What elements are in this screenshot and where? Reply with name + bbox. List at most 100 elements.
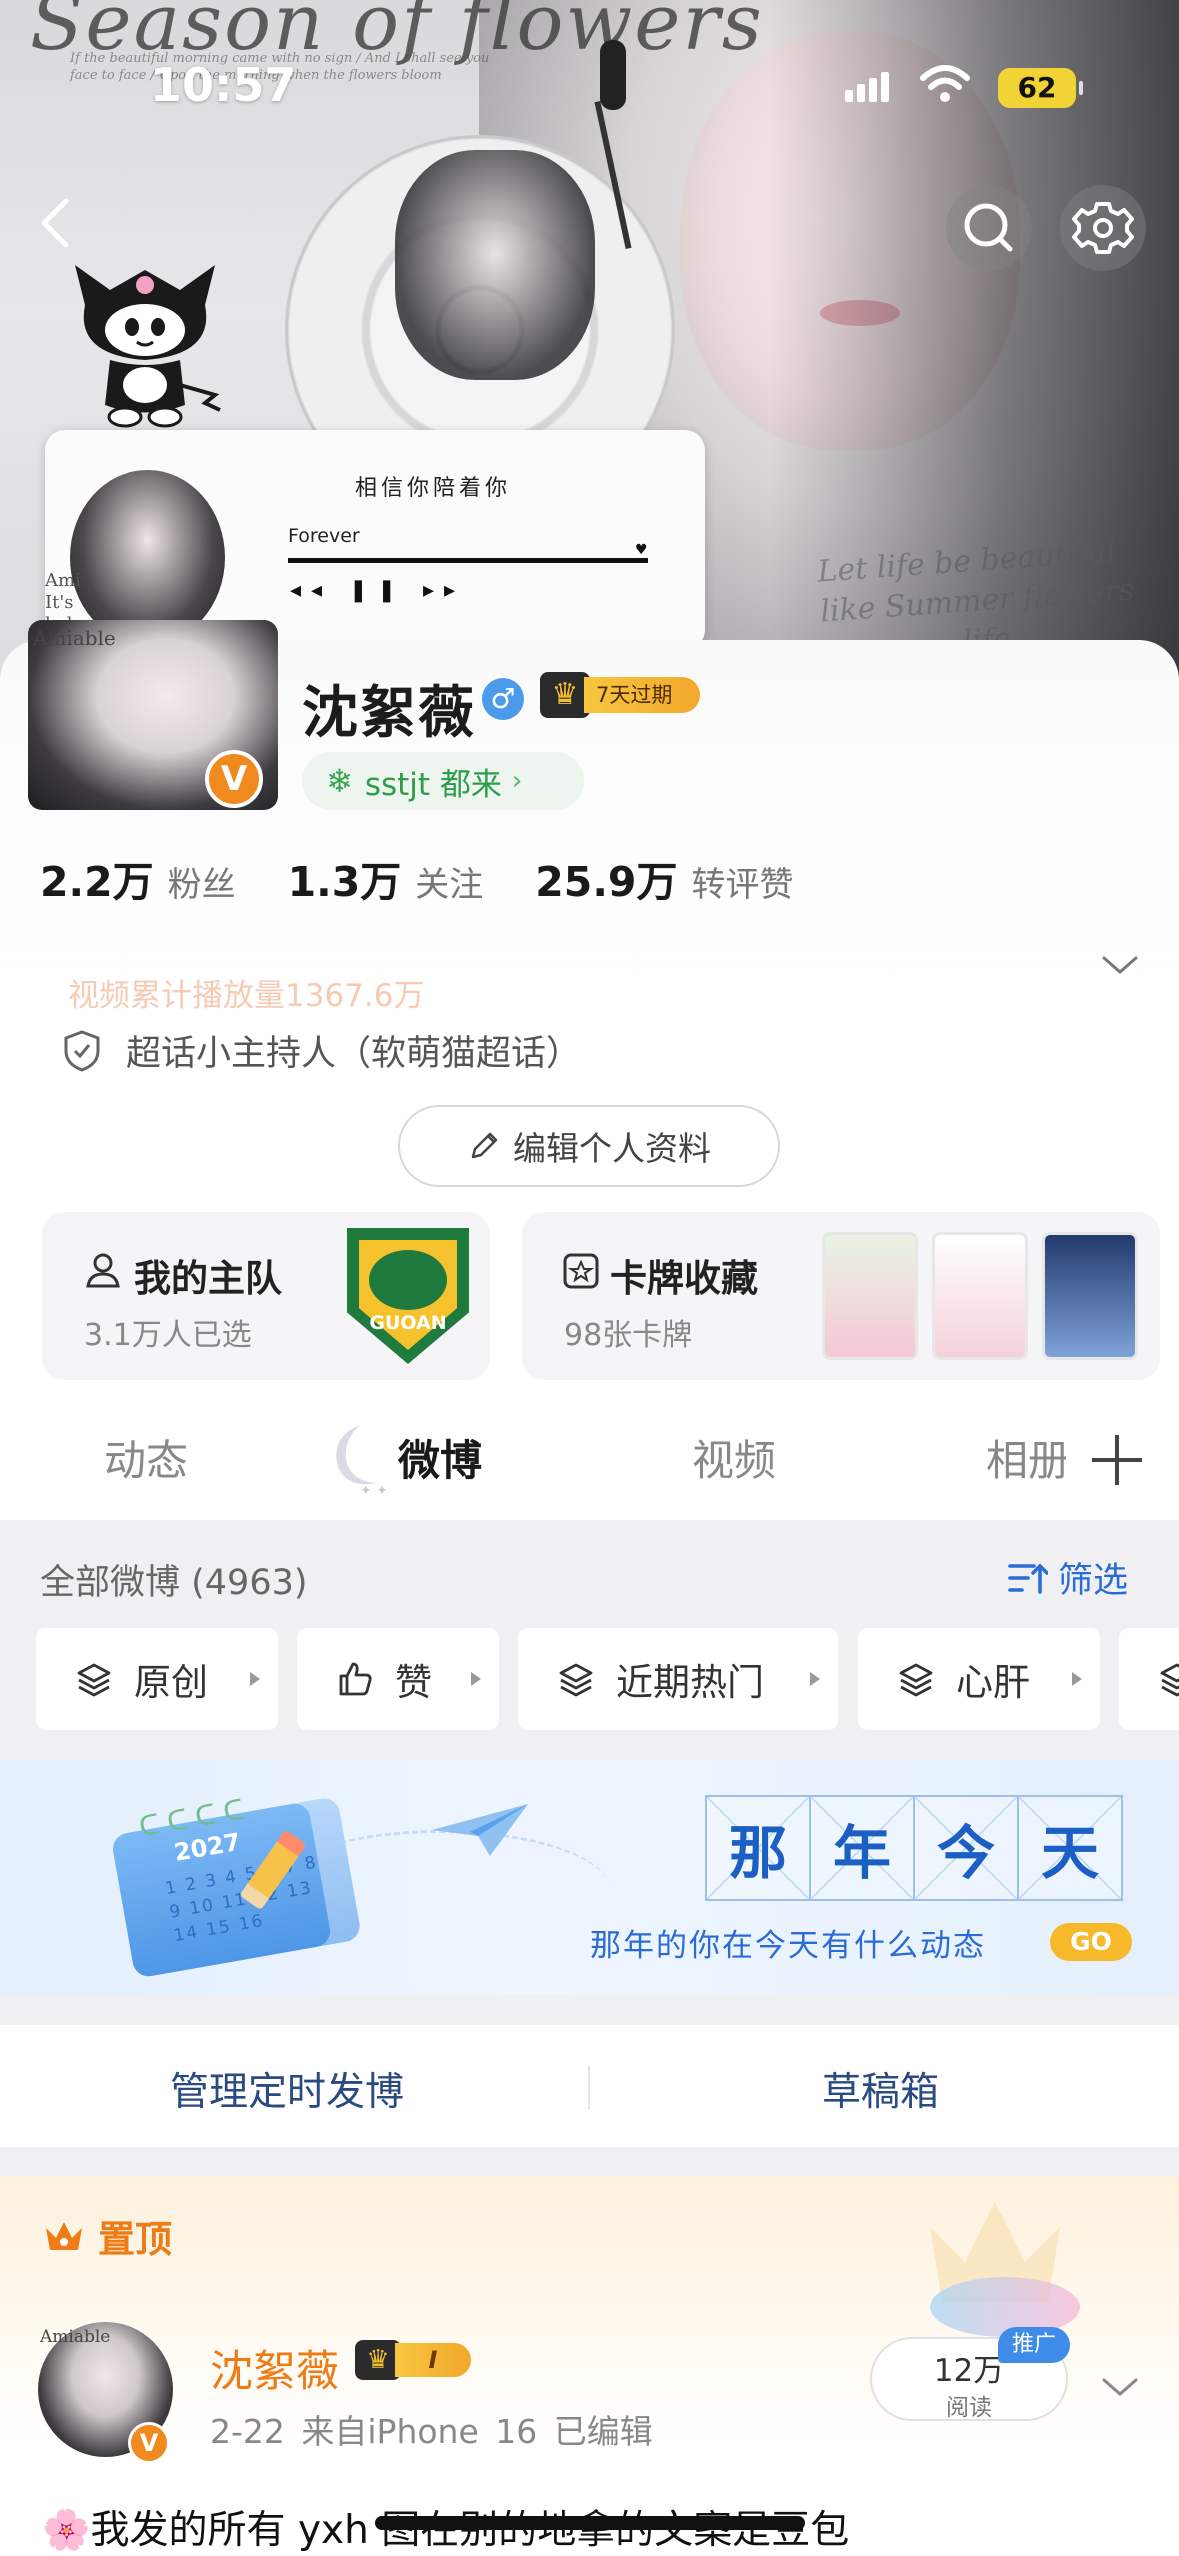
banner-title-char: 天	[1017, 1795, 1123, 1901]
profile-tabs: 动态 ✦ ✦ 微博 视频 相册	[0, 1395, 1179, 1520]
card-collection-subtitle: 98张卡牌	[564, 1318, 693, 1353]
scheduled-posts-button[interactable]: 管理定时发博	[170, 2061, 404, 2117]
pencil-icon	[471, 1132, 498, 1159]
gender-male-icon: ♂	[482, 678, 524, 720]
stat-number: 2.2万	[40, 858, 154, 906]
music-card-title: 相信你陪着你	[355, 476, 512, 501]
layers-icon	[1160, 1663, 1179, 1697]
music-player-card: Ami It's byl byl sha shi 相信你陪着你 Forever …	[45, 430, 705, 650]
collection-card-thumb	[822, 1232, 918, 1360]
my-team-subtitle: 3.1万人已选	[84, 1318, 252, 1353]
banner-title-grid: 那 年 今 天	[705, 1795, 1123, 1901]
calendar-icon: ᑕᑕᑕᑕ 2027 1 2 3 4 5 6 7 8 9 10 11 12 13 …	[107, 1776, 363, 1983]
tab-album[interactable]: 相册	[986, 1427, 1066, 1488]
status-time: 10:57	[150, 58, 297, 112]
fan-group-label: sstjt 都来	[364, 766, 502, 803]
drafts-button[interactable]: 草稿箱	[822, 2061, 939, 2117]
profile-username: 沈絮薇	[302, 681, 476, 746]
chip-label: 近期热门	[616, 1661, 764, 1704]
divider	[588, 2065, 590, 2109]
cover-microphone	[600, 40, 626, 110]
my-team-card[interactable]: 我的主队 3.1万人已选 GUOAN	[42, 1212, 490, 1380]
home-indicator[interactable]	[375, 2516, 805, 2530]
card-collection-card[interactable]: 卡牌收藏 98张卡牌	[522, 1212, 1160, 1380]
chip-label: 心肝	[956, 1661, 1030, 1704]
tab-video[interactable]: 视频	[692, 1427, 776, 1488]
memories-banner[interactable]: ᑕᑕᑕᑕ 2027 1 2 3 4 5 6 7 8 9 10 11 12 13 …	[0, 1760, 1179, 1995]
stat-followers[interactable]: 2.2万 粉丝	[40, 848, 236, 908]
search-icon	[964, 203, 1013, 252]
tab-dynamic[interactable]: 动态	[104, 1427, 188, 1488]
banner-title-char: 今	[913, 1795, 1019, 1901]
post-management-row: 管理定时发博 草稿箱	[0, 2025, 1179, 2147]
chip-like[interactable]: 赞	[297, 1628, 499, 1730]
stat-following[interactable]: 1.3万 关注	[288, 848, 484, 908]
profile-cover[interactable]: Season of flowers If the beautiful morni…	[0, 0, 1179, 690]
banner-title-char: 那	[705, 1795, 811, 1901]
super-topic-host[interactable]: 超话小主持人（软萌猫超话）	[62, 1025, 581, 1076]
team-person-icon	[86, 1253, 120, 1288]
guoan-team-logo: GUOAN	[347, 1228, 469, 1364]
chip-heart[interactable]: 心肝	[858, 1628, 1100, 1730]
post-meta: 2-22 来自iPhone 16 已编辑	[210, 2412, 653, 2451]
edit-profile-button[interactable]: 编辑个人资料	[398, 1105, 780, 1187]
chevron-down-icon[interactable]	[1098, 950, 1142, 980]
fan-group-tag[interactable]: ❄ sstjt 都来 ›	[302, 752, 584, 810]
post-author-name[interactable]: 沈絮薇	[210, 2337, 339, 2399]
filter-label: 筛选	[1058, 1561, 1129, 1601]
snowflake-icon: ❄	[326, 762, 353, 800]
add-tab-icon[interactable]	[1092, 1435, 1142, 1485]
shield-icon	[64, 1029, 100, 1072]
settings-button[interactable]	[1060, 185, 1146, 271]
post-vip-badge: ♛ I	[355, 2340, 471, 2380]
music-progress-bar	[288, 558, 648, 563]
kuromi-sticker	[75, 265, 221, 428]
verified-badge-icon: V	[205, 750, 263, 808]
battery-indicator: 62	[998, 68, 1083, 108]
pinned-label: 置顶	[42, 2209, 172, 2263]
vip-expiry-label: 7天过期	[584, 677, 701, 713]
layers-icon	[559, 1663, 593, 1697]
gear-icon	[1072, 202, 1134, 254]
crown-icon: ♛	[540, 672, 590, 718]
moon-icon: ✦ ✦	[336, 1425, 388, 1497]
chevron-right-icon: ›	[511, 766, 523, 796]
promote-tag: 推广	[998, 2327, 1070, 2363]
my-team-title: 我的主队	[134, 1257, 282, 1300]
music-controls: ◂◂ ❚❚ ▸▸	[290, 578, 466, 603]
chip-more[interactable]	[1119, 1628, 1179, 1730]
back-arrow-icon[interactable]	[32, 195, 88, 251]
banner-go-button[interactable]: GO	[1050, 1923, 1132, 1961]
search-button[interactable]	[946, 185, 1032, 271]
stat-label: 粉丝	[167, 865, 236, 905]
read-count-label: 阅读	[946, 2395, 992, 2421]
svg-text:✦ ✦: ✦ ✦	[360, 1483, 388, 1497]
heart-icon: ♥	[635, 542, 648, 558]
filter-button[interactable]: 筛选	[1008, 1552, 1128, 1603]
chip-label: 原创	[134, 1661, 208, 1704]
vip-badge[interactable]: ♛ 7天过期	[540, 672, 701, 718]
wifi-icon	[920, 65, 970, 102]
chip-original[interactable]: 原创	[36, 1628, 278, 1730]
edit-profile-label: 编辑个人资料	[513, 1129, 711, 1168]
profile-stats: 2.2万 粉丝 1.3万 关注 25.9万 转评赞	[40, 848, 845, 908]
chip-recent-hot[interactable]: 近期热门	[518, 1628, 838, 1730]
tab-weibo[interactable]: 微博	[398, 1427, 482, 1488]
stat-interactions[interactable]: 25.9万 转评赞	[535, 848, 793, 908]
card-collection-title: 卡牌收藏	[610, 1257, 758, 1300]
pinned-text: 置顶	[98, 2218, 172, 2261]
filter-sort-icon	[1008, 1563, 1048, 1594]
music-card-photo	[70, 470, 225, 645]
filter-chips: 原创 赞 近期热门 心肝	[36, 1628, 1179, 1730]
chevron-down-icon[interactable]	[1098, 2372, 1142, 2402]
cellular-signal-icon	[845, 72, 889, 102]
super-topic-host-label: 超话小主持人（软萌猫超话）	[126, 1034, 582, 1074]
team-logo-text: GUOAN	[369, 1312, 447, 1334]
collection-card-thumb	[1042, 1232, 1138, 1360]
chip-label: 赞	[395, 1661, 432, 1704]
vip-level: I	[395, 2343, 471, 2377]
layers-icon	[77, 1663, 111, 1697]
stat-label: 关注	[415, 865, 484, 905]
pinned-post[interactable]: 置顶 Amiable V 沈絮薇 ♛ I 2-22 来自iPhone 16 已编…	[0, 2177, 1179, 2556]
paper-plane-icon	[432, 1804, 528, 1856]
